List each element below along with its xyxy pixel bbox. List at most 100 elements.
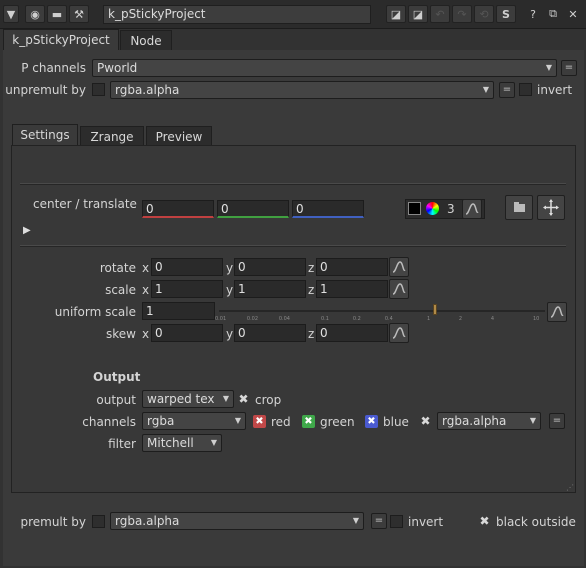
swatch-icon[interactable] bbox=[408, 202, 421, 215]
center-translate-y-field[interactable]: 0 bbox=[217, 200, 289, 218]
move-icon[interactable] bbox=[537, 195, 565, 220]
skew-x-axis-label: x bbox=[142, 327, 150, 341]
crop-checkbox[interactable]: ✖ bbox=[237, 393, 250, 406]
title-bar: ▼ ◉ ▬ ⚒ k_pStickyProject ◪ ◪ ↶ ↷ ⟲ S ? ⧉… bbox=[0, 0, 586, 29]
blue-channel-checkbox[interactable]: ✖ bbox=[365, 415, 378, 428]
premult-by-value: rgba.alpha bbox=[115, 514, 180, 528]
green-channel-checkbox[interactable]: ✖ bbox=[302, 415, 315, 428]
skew-z-axis-label: z bbox=[308, 327, 315, 341]
scale-x-field[interactable]: 1 bbox=[151, 280, 223, 298]
rotate-x-field[interactable]: 0 bbox=[151, 258, 223, 276]
revert-icon[interactable]: ⟲ bbox=[474, 5, 494, 23]
wrench-icon[interactable]: ⚒ bbox=[69, 5, 89, 23]
slider-tick-label: 0.4 bbox=[384, 316, 393, 322]
output-section-title: Output bbox=[93, 370, 141, 384]
filter-value: Mitchell bbox=[147, 436, 194, 450]
filter-dropdown[interactable]: Mitchell ▼ bbox=[142, 434, 222, 452]
tab-node[interactable]: Node bbox=[120, 30, 172, 52]
slider-tick-label: 0.2 bbox=[352, 316, 361, 322]
skew-curve-icon[interactable] bbox=[389, 323, 409, 343]
node-name-field[interactable]: k_pStickyProject bbox=[103, 5, 371, 24]
p-channels-value: Pworld bbox=[97, 61, 138, 75]
red-channel-checkbox[interactable]: ✖ bbox=[253, 415, 266, 428]
chevron-down-icon: ▼ bbox=[210, 438, 217, 447]
color-icon-2[interactable]: ◪ bbox=[408, 5, 428, 23]
alpha-channel-checkbox[interactable]: ✖ bbox=[419, 415, 432, 428]
green-channel-label: green bbox=[320, 415, 355, 429]
black-outside-checkbox[interactable]: ✖ bbox=[478, 515, 491, 528]
center-translate-label: center / translate bbox=[33, 197, 137, 211]
node-circle-icon[interactable]: ◉ bbox=[25, 5, 45, 23]
float-icon[interactable]: ⧉ bbox=[544, 5, 562, 23]
color-icon-1[interactable]: ◪ bbox=[386, 5, 406, 23]
redo-icon[interactable]: ↷ bbox=[452, 5, 472, 23]
color-wheel-icon[interactable] bbox=[426, 202, 439, 215]
unpremult-by-dropdown[interactable]: rgba.alpha ▼ bbox=[110, 81, 494, 99]
rotate-z-field[interactable]: 0 bbox=[316, 258, 388, 276]
unpremult-invert-label: invert bbox=[537, 83, 573, 97]
unpremult-by-label: unpremult by bbox=[5, 83, 86, 97]
chevron-down-icon: ▼ bbox=[482, 85, 489, 94]
uniform-scale-label: uniform scale bbox=[54, 305, 136, 319]
output-value: warped tex bbox=[147, 392, 215, 406]
skew-y-field[interactable]: 0 bbox=[234, 324, 306, 342]
scale-z-field[interactable]: 1 bbox=[316, 280, 388, 298]
center-translate-count[interactable]: 3 bbox=[447, 202, 455, 216]
tab-k-pstickyproject[interactable]: k_pStickyProject bbox=[3, 29, 119, 51]
alpha-channel-dropdown[interactable]: rgba.alpha ▼ bbox=[437, 412, 541, 430]
expand-triangle-icon[interactable]: ▶ bbox=[23, 225, 31, 236]
divider bbox=[20, 183, 566, 185]
scale-curve-icon[interactable] bbox=[389, 279, 409, 299]
unpremult-invert-checkbox[interactable] bbox=[519, 83, 532, 96]
slider-tick-label: 1 bbox=[427, 316, 431, 322]
crop-label: crop bbox=[255, 393, 282, 407]
premult-enable-checkbox[interactable] bbox=[92, 515, 105, 528]
p-channels-dropdown[interactable]: Pworld ▼ bbox=[92, 59, 557, 77]
slider-tick-label: 0.1 bbox=[321, 316, 329, 322]
s-button[interactable]: S bbox=[496, 5, 516, 23]
rotate-label: rotate bbox=[99, 261, 136, 275]
rotate-z-axis-label: z bbox=[308, 261, 315, 275]
collapse-icon[interactable]: ▼ bbox=[3, 5, 19, 23]
scale-label: scale bbox=[105, 283, 136, 297]
skew-z-field[interactable]: 0 bbox=[316, 324, 388, 342]
output-dropdown[interactable]: warped tex ▼ bbox=[142, 390, 234, 408]
uniform-scale-curve-icon[interactable] bbox=[547, 302, 567, 322]
slider-tick-label: 0.01 bbox=[215, 316, 227, 322]
filter-label: filter bbox=[108, 437, 136, 451]
tab-settings[interactable]: Settings bbox=[12, 124, 78, 146]
resize-grip-icon[interactable]: ⋰ bbox=[566, 483, 574, 492]
channels-dropdown[interactable]: rgba ▼ bbox=[142, 412, 246, 430]
unpremult-enable-checkbox[interactable] bbox=[92, 83, 105, 96]
skew-label: skew bbox=[106, 327, 136, 341]
center-translate-z-field[interactable]: 0 bbox=[292, 200, 364, 218]
rotate-curve-icon[interactable] bbox=[389, 257, 409, 277]
slider-handle[interactable] bbox=[433, 304, 437, 315]
rotate-y-field[interactable]: 0 bbox=[234, 258, 306, 276]
scale-x-axis-label: x bbox=[142, 283, 150, 297]
folder-icon[interactable] bbox=[505, 195, 533, 220]
unpremult-link-button[interactable]: = bbox=[499, 82, 515, 98]
premult-invert-checkbox[interactable] bbox=[390, 515, 403, 528]
alpha-channel-value: rgba.alpha bbox=[442, 414, 507, 428]
channels-link-button[interactable]: = bbox=[549, 413, 565, 429]
help-button[interactable]: ? bbox=[524, 5, 542, 23]
close-icon[interactable]: ✕ bbox=[564, 5, 582, 23]
center-translate-x-field[interactable]: 0 bbox=[142, 200, 214, 218]
skew-x-field[interactable]: 0 bbox=[151, 324, 223, 342]
chevron-down-icon: ▼ bbox=[352, 516, 359, 525]
uniform-scale-field[interactable]: 1 bbox=[142, 302, 215, 320]
slider-tick-label: 0.04 bbox=[278, 316, 290, 322]
premult-by-label: premult by bbox=[20, 515, 86, 529]
chevron-down-icon: ▼ bbox=[234, 416, 241, 425]
p-channels-link-button[interactable]: = bbox=[561, 60, 577, 76]
premult-by-dropdown[interactable]: rgba.alpha ▼ bbox=[110, 512, 364, 530]
pin-icon[interactable]: ▬ bbox=[47, 5, 67, 23]
premult-link-button[interactable]: = bbox=[371, 513, 387, 529]
scale-y-field[interactable]: 1 bbox=[234, 280, 306, 298]
center-translate-curve-icon[interactable] bbox=[462, 199, 482, 219]
p-channels-label: P channels bbox=[21, 61, 86, 75]
chevron-down-icon: ▼ bbox=[222, 394, 229, 403]
undo-icon[interactable]: ↶ bbox=[430, 5, 450, 23]
uniform-scale-slider[interactable]: 0.01 0.02 0.04 0.1 0.2 0.4 1 2 4 10 bbox=[215, 302, 545, 322]
